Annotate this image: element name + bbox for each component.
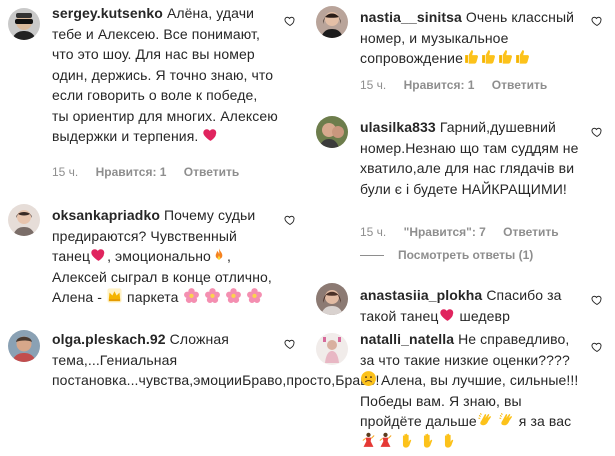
- reply-button[interactable]: Ответить: [503, 225, 558, 239]
- comment-username[interactable]: natalli_natella: [360, 331, 454, 347]
- thumbs-up-emoji: [463, 48, 480, 65]
- avatar[interactable]: [8, 204, 40, 236]
- avatar-image: [316, 283, 348, 315]
- comment-text: я за вас: [514, 413, 572, 429]
- comment-body: ulasilka833 Гарний,душевний номер.Незнаю…: [360, 117, 585, 199]
- pink-flower-emoji: [225, 287, 242, 304]
- comment-text: шедевр: [455, 307, 510, 324]
- comment-username[interactable]: nastia__sinitsa: [360, 9, 462, 25]
- thumbs-up-emoji: [514, 48, 531, 65]
- crown-emoji: [106, 287, 123, 304]
- comment-username[interactable]: ulasilka833: [360, 119, 436, 135]
- avatar-image: [316, 116, 348, 148]
- avatar[interactable]: [316, 116, 348, 148]
- avatar-image: [8, 204, 40, 236]
- raised-hand-emoji: [398, 432, 415, 449]
- view-replies-label: Посмотреть ответы (1): [398, 248, 534, 262]
- avatar-image: [8, 330, 40, 362]
- view-replies-button[interactable]: Посмотреть ответы (1): [360, 248, 533, 262]
- comment-meta: 15 ч. "Нравится": 7 Ответить: [360, 225, 573, 239]
- pink-flower-emoji: [246, 287, 263, 304]
- reply-button[interactable]: Ответить: [492, 78, 547, 92]
- avatar[interactable]: [316, 333, 348, 365]
- avatar[interactable]: [316, 6, 348, 38]
- pink-flower-emoji: [204, 287, 221, 304]
- comment-time[interactable]: 15 ч.: [360, 225, 386, 239]
- comment-body: oksankapriadko Почему судьи предираются?…: [52, 205, 278, 308]
- avatar[interactable]: [8, 330, 40, 362]
- thumbs-up-emoji: [480, 48, 497, 65]
- comment-meta: 15 ч. Нравится: 1 Ответить: [360, 78, 561, 92]
- heart-outline-icon[interactable]: [284, 214, 296, 226]
- comment-likes[interactable]: Нравится: 1: [96, 165, 167, 179]
- avatar-image: [8, 8, 40, 40]
- comment-body: sergey.kutsenko Алёна, удачи тебе и Алек…: [52, 3, 278, 147]
- heart-outline-icon[interactable]: [591, 126, 603, 138]
- raised-hand-emoji: [419, 432, 436, 449]
- heart-outline-icon[interactable]: [591, 341, 603, 353]
- dancer-emoji: [377, 432, 394, 449]
- comment-meta: 15 ч. Нравится: 1 Ответить: [52, 165, 253, 179]
- pink-flower-emoji: [183, 287, 200, 304]
- comment-body: nastia__sinitsa Очень классный номер, и …: [360, 7, 585, 69]
- sad-face-emoji: [360, 370, 377, 387]
- comment-body: olga.pleskach.92 Сложная тема,...Гениаль…: [52, 329, 379, 391]
- heart-outline-icon[interactable]: [591, 294, 603, 306]
- comment-username[interactable]: sergey.kutsenko: [52, 5, 163, 21]
- red-heart-emoji: [202, 126, 219, 143]
- comment-time[interactable]: 15 ч.: [52, 165, 78, 179]
- comment-likes[interactable]: "Нравится": 7: [404, 225, 486, 239]
- raised-hand-emoji: [440, 432, 457, 449]
- replies-divider: [360, 255, 384, 257]
- comment-text: , эмоционально: [107, 248, 211, 264]
- fire-emoji: [211, 247, 227, 263]
- comment-text: паркета: [123, 289, 183, 305]
- avatar[interactable]: [8, 8, 40, 40]
- comment-likes[interactable]: Нравится: 1: [404, 78, 475, 92]
- comment-body: anastasiia_plokha Спасибо за такой танец…: [360, 285, 585, 326]
- comment-text: Алёна, удачи тебе и Алексею. Все понимаю…: [52, 5, 278, 144]
- clapping-hands-emoji: [477, 411, 494, 428]
- comment-username[interactable]: oksankapriadko: [52, 207, 160, 223]
- comment-body: natalli_natella Не справедливо, за что т…: [360, 329, 585, 452]
- avatar-image: [316, 333, 348, 365]
- red-heart-emoji: [439, 306, 456, 323]
- red-heart-emoji: [90, 246, 107, 263]
- thumbs-up-emoji: [497, 48, 514, 65]
- heart-outline-icon[interactable]: [284, 15, 296, 27]
- comment-time[interactable]: 15 ч.: [360, 78, 386, 92]
- avatar-image: [316, 6, 348, 38]
- clapping-hands-emoji: [498, 411, 515, 428]
- dancer-emoji: [360, 432, 377, 449]
- comment-username[interactable]: anastasiia_plokha: [360, 287, 482, 303]
- comment-username[interactable]: olga.pleskach.92: [52, 331, 166, 347]
- heart-outline-icon[interactable]: [591, 15, 603, 27]
- heart-outline-icon[interactable]: [284, 338, 296, 350]
- reply-button[interactable]: Ответить: [184, 165, 239, 179]
- avatar[interactable]: [316, 283, 348, 315]
